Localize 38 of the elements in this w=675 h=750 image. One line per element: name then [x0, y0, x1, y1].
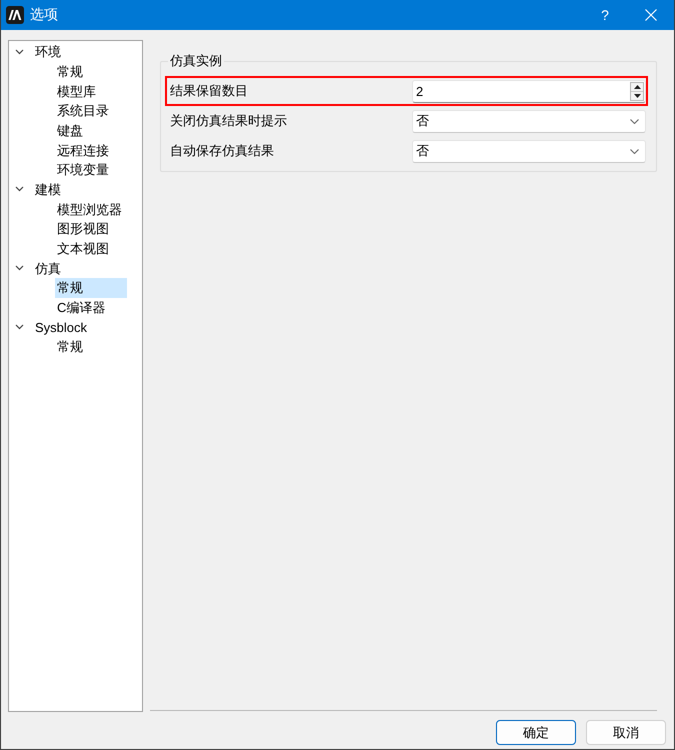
spin-up-button[interactable]: [631, 82, 643, 90]
tree-item[interactable]: 常规: [55, 278, 127, 298]
tree-item[interactable]: 键盘: [55, 120, 127, 140]
window-title: 选项: [30, 6, 58, 24]
chevron-down-icon: [630, 118, 639, 124]
tree-item[interactable]: 系统目录: [55, 100, 127, 121]
down-triangle-icon: [634, 94, 640, 98]
field-label: 结果保留数目: [170, 82, 249, 100]
tree-item[interactable]: 仿真: [33, 258, 63, 278]
tree-item[interactable]: Sysblock: [33, 318, 90, 337]
field-label: 关闭仿真结果时提示: [170, 112, 288, 130]
dropdown[interactable]: 否: [412, 110, 646, 132]
tree-item[interactable]: 文本视图: [55, 238, 127, 258]
chevron-down-icon[interactable]: [15, 265, 24, 272]
help-button[interactable]: ?: [582, 0, 628, 30]
field-label: 自动保存仿真结果: [170, 142, 275, 160]
number-field[interactable]: 2: [412, 80, 646, 102]
tree-item[interactable]: 环境: [33, 42, 63, 62]
tree-item[interactable]: 环境变量: [55, 160, 127, 180]
chevron-down-icon[interactable]: [15, 48, 24, 55]
chevron-down-icon: [630, 148, 639, 154]
chevron-down-icon[interactable]: [15, 186, 24, 192]
dropdown[interactable]: 否: [412, 140, 646, 162]
tree-item[interactable]: 图形视图: [55, 218, 127, 239]
tree-item[interactable]: 模型浏览器: [55, 199, 127, 219]
up-triangle-icon: [634, 84, 640, 88]
chevron-down-icon[interactable]: [15, 324, 24, 330]
tree-item[interactable]: 常规: [55, 62, 127, 82]
tree-item[interactable]: 远程连接: [55, 140, 127, 160]
tree-item[interactable]: 模型库: [55, 81, 127, 101]
dialog-button[interactable]: 取消: [586, 720, 666, 745]
close-icon: [645, 9, 657, 21]
tree-item[interactable]: 常规: [55, 336, 127, 356]
dialog-button[interactable]: 确定: [496, 720, 576, 745]
tree-item[interactable]: C编译器: [55, 298, 127, 318]
tree-item[interactable]: 建模: [33, 180, 63, 199]
app-logo-icon: [6, 6, 24, 24]
group-title: 仿真实例: [169, 52, 223, 70]
